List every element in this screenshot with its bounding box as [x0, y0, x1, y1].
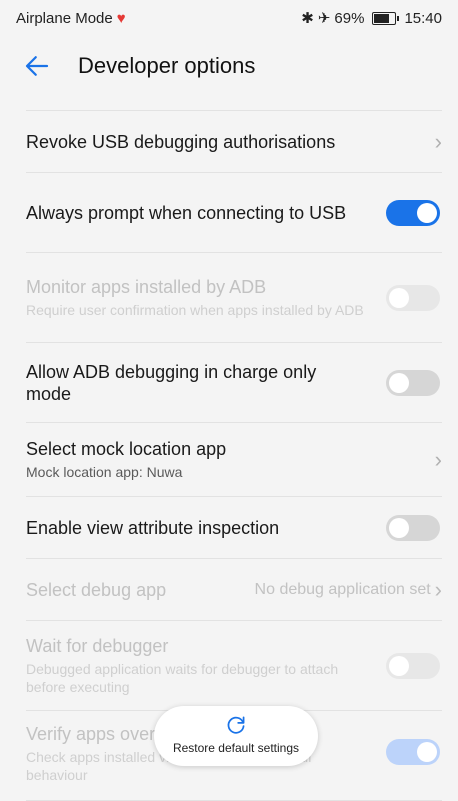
- page-title: Developer options: [78, 53, 256, 78]
- select-debug-app-item: Select debug app No debug application se…: [26, 559, 442, 621]
- monitor-adb-apps-item: Monitor apps installed by ADB Require us…: [26, 253, 442, 343]
- revoke-usb-debugging-item[interactable]: Revoke USB debugging authorisations ›: [26, 111, 442, 173]
- restore-default-settings-button[interactable]: Restore default settings: [154, 706, 318, 766]
- heart-icon: ♥: [116, 9, 126, 27]
- partial-item: [26, 96, 442, 111]
- item-sublabel: Mock location app: Nuwa: [26, 464, 183, 480]
- item-label: Revoke USB debugging authorisations: [26, 131, 336, 152]
- allow-adb-charge-only-item[interactable]: Allow ADB debugging in charge only mode: [26, 343, 442, 423]
- item-label: Enable view attribute inspection: [26, 517, 280, 538]
- airplane-icon: ✈: [317, 10, 331, 27]
- verify-apps-usb-toggle: [386, 739, 440, 765]
- airplane-mode-text: Airplane Mode: [16, 9, 113, 27]
- allow-adb-charge-only-toggle[interactable]: [386, 369, 440, 396]
- wait-for-debugger-item: Wait for debugger Debugged application w…: [26, 621, 442, 711]
- status-bar: Airplane Mode ♥ ✱ ✈ 69% 15:40: [0, 0, 458, 36]
- battery-icon: [372, 11, 400, 25]
- chevron-right-icon: ›: [434, 446, 442, 472]
- item-sublabel: Debugged application waits for debugger …: [26, 661, 339, 695]
- always-prompt-usb-toggle[interactable]: [386, 199, 440, 226]
- chevron-right-icon: ›: [434, 576, 442, 602]
- item-label: Always prompt when connecting to USB: [26, 202, 347, 223]
- monitor-adb-apps-toggle: [386, 284, 440, 311]
- settings-list: Revoke USB debugging authorisations › Al…: [0, 96, 458, 801]
- app-bar: Developer options: [0, 36, 458, 96]
- clock: 15:40: [404, 9, 442, 27]
- status-right: ✱ ✈ 69% 15:40: [301, 9, 442, 28]
- bluetooth-icon: ✱: [301, 10, 314, 27]
- chevron-right-icon: ›: [434, 128, 442, 154]
- item-label: Monitor apps installed by ADB: [26, 277, 267, 297]
- item-label: Allow ADB debugging in charge only mode: [26, 361, 317, 404]
- view-attribute-inspection-toggle[interactable]: [386, 514, 440, 541]
- debug-app-value: No debug application set: [254, 580, 431, 598]
- item-label: Select debug app: [26, 579, 167, 600]
- item-label: Wait for debugger: [26, 636, 169, 656]
- item-sublabel: Require user confirmation when apps inst…: [26, 302, 364, 318]
- arrow-left-icon[interactable]: [22, 51, 52, 81]
- wait-for-debugger-toggle: [386, 652, 440, 679]
- refresh-icon: [227, 716, 245, 734]
- restore-label: Restore default settings: [172, 741, 300, 755]
- battery-percent: 69%: [334, 9, 365, 27]
- always-prompt-usb-item[interactable]: Always prompt when connecting to USB: [26, 173, 442, 253]
- status-left: Airplane Mode ♥: [16, 10, 126, 27]
- mock-location-app-item[interactable]: Select mock location app Mock location a…: [26, 423, 442, 497]
- view-attribute-inspection-item[interactable]: Enable view attribute inspection: [26, 497, 442, 559]
- item-label: Select mock location app: [26, 439, 227, 459]
